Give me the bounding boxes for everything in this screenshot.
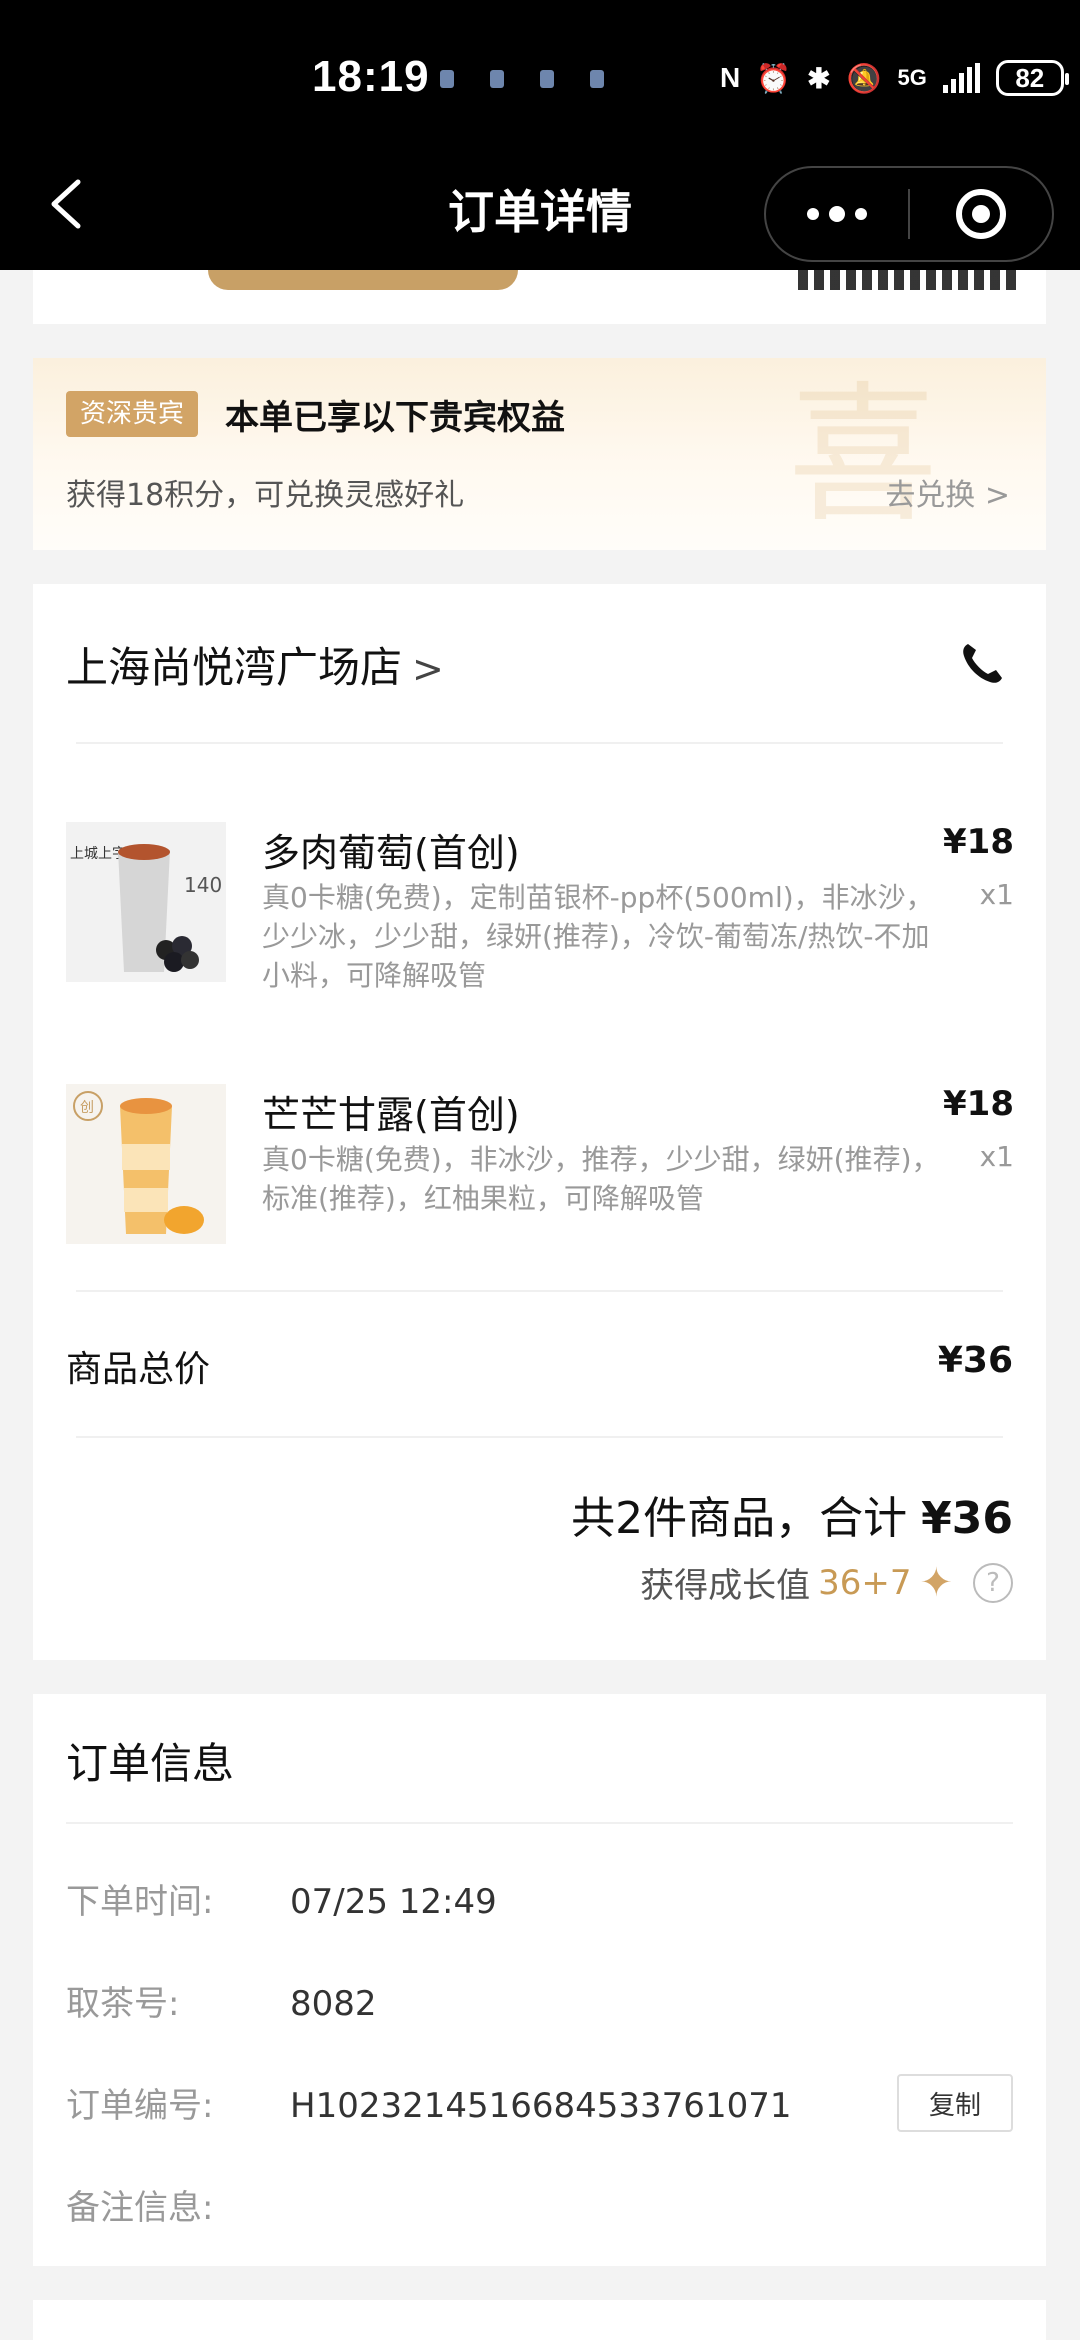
subtotal-row: 商品总价 ¥36 — [66, 1340, 1013, 1392]
network-label: 5G — [897, 65, 927, 90]
sparkle-icon: ✦ — [919, 1559, 953, 1606]
help-icon[interactable]: ? — [973, 1562, 1013, 1603]
more-dots-icon[interactable] — [766, 168, 908, 260]
section-title: 订单信息 — [66, 1739, 235, 1788]
qr-code — [798, 270, 1022, 290]
svg-text:上城上字: 上城上字 — [70, 846, 126, 862]
order-time-label: 下单时间: — [66, 1882, 214, 1922]
status-right: N ⏰ ✱ 🔕 5G 82 — [720, 60, 1069, 96]
order-number-value: H1023214516684533761071 — [290, 2086, 792, 2126]
next-card-stub — [33, 2300, 1046, 2340]
redeem-link[interactable]: 去兑换 > — [885, 470, 1010, 514]
signal-icon — [942, 63, 980, 93]
status-bar: 18:19 N ⏰ ✱ 🔕 5G 82 — [0, 52, 1080, 112]
top-bar: 18:19 N ⏰ ✱ 🔕 5G 82 订单详情 — [0, 0, 1080, 270]
alarm-icon: ⏰ — [756, 62, 792, 94]
product-image: 上城上字 140 — [66, 822, 226, 982]
nav-bar: 订单详情 — [0, 160, 1080, 262]
phone-icon[interactable] — [958, 640, 1006, 688]
order-number-row: 订单编号: H1023214516684533761071 — [66, 2078, 791, 2127]
divider — [76, 1290, 1003, 1292]
growth-value: 36+7 — [818, 1562, 912, 1603]
order-number-label: 订单编号: — [66, 2086, 214, 2126]
growth-row: 获得成长值 36+7 ✦ ? — [640, 1558, 1013, 1607]
status-time: 18:19 — [312, 52, 430, 101]
vip-headline: 本单已享以下贵宾权益 — [225, 398, 565, 438]
vip-benefits-card: 喜 资深贵宾 本单已享以下贵宾权益 获得18积分，可兑换灵感好礼 去兑换 > — [33, 358, 1046, 550]
pickup-number-row: 取茶号: 8082 — [66, 1976, 377, 2025]
copy-button[interactable]: 复制 — [897, 2074, 1013, 2132]
product-quantity: x1 — [979, 1140, 1014, 1173]
divider — [76, 1436, 1003, 1438]
target-circle-icon[interactable] — [910, 168, 1052, 260]
store-link[interactable]: 上海尚悦湾广场店 > — [66, 634, 444, 695]
total-value: ¥36 — [921, 1493, 1013, 1544]
store-name: 上海尚悦湾广场店 — [66, 643, 403, 692]
pickup-card-stub — [33, 250, 1046, 324]
subtotal-value: ¥36 — [937, 1340, 1013, 1381]
product-options: 真0卡糖(免费)，定制苗银杯-pp杯(500ml)，非冰沙，少少冰，少少甜，绿妍… — [262, 881, 934, 992]
notification-icons — [440, 70, 604, 88]
divider — [66, 1822, 1013, 1824]
product-quantity: x1 — [979, 878, 1014, 911]
product-image: 创 — [66, 1084, 226, 1244]
product-name: 芒芒甘露(首创) — [262, 1093, 520, 1137]
vip-points-text: 获得18积分，可兑换灵感好礼 — [66, 478, 465, 513]
svg-text:创: 创 — [80, 1100, 94, 1116]
battery-icon: 82 — [995, 60, 1069, 96]
subtotal-label: 商品总价 — [66, 1349, 211, 1390]
vip-badge: 资深贵宾 — [66, 391, 199, 437]
total-prefix: 共2件商品，合计 — [571, 1493, 908, 1544]
mini-program-capsule — [764, 166, 1054, 262]
xi-watermark: 喜 — [787, 369, 938, 543]
chevron-right-icon: > — [412, 647, 444, 691]
growth-label: 获得成长值 — [640, 1566, 811, 1606]
order-info-card: 订单信息 下单时间: 07/25 12:49 取茶号: 8082 订单编号: H102… — [33, 1694, 1046, 2266]
order-card: 上海尚悦湾广场店 > 上城上字 140 多肉葡萄(首创) 真0卡糖(免费)，定制苗… — [33, 584, 1046, 1660]
product-price: ¥18 — [943, 1084, 1014, 1124]
bluetooth-icon: ✱ — [807, 62, 831, 94]
product-price: ¥18 — [943, 822, 1014, 862]
order-time-value: 07/25 12:49 — [290, 1882, 497, 1922]
order-total: 共2件商品，合计 ¥36 — [571, 1482, 1013, 1546]
pickup-label: 取茶号: — [66, 1984, 180, 2024]
nfc-icon: N — [720, 62, 741, 93]
remark-label: 备注信息: — [66, 2188, 214, 2228]
divider — [76, 742, 1003, 744]
pickup-value: 8082 — [290, 1984, 377, 2024]
remark-row: 备注信息: — [66, 2180, 290, 2229]
battery-level: 82 — [1015, 62, 1045, 93]
svg-text:140: 140 — [184, 873, 222, 897]
order-time-row: 下单时间: 07/25 12:49 — [66, 1874, 497, 1923]
product-name: 多肉葡萄(首创) — [262, 831, 520, 875]
mute-icon: 🔕 — [846, 62, 882, 94]
product-options: 真0卡糖(免费)，非冰沙，推荐，少少甜，绿妍(推荐)，标准(推荐)，红柚果粒，可… — [262, 1143, 940, 1215]
